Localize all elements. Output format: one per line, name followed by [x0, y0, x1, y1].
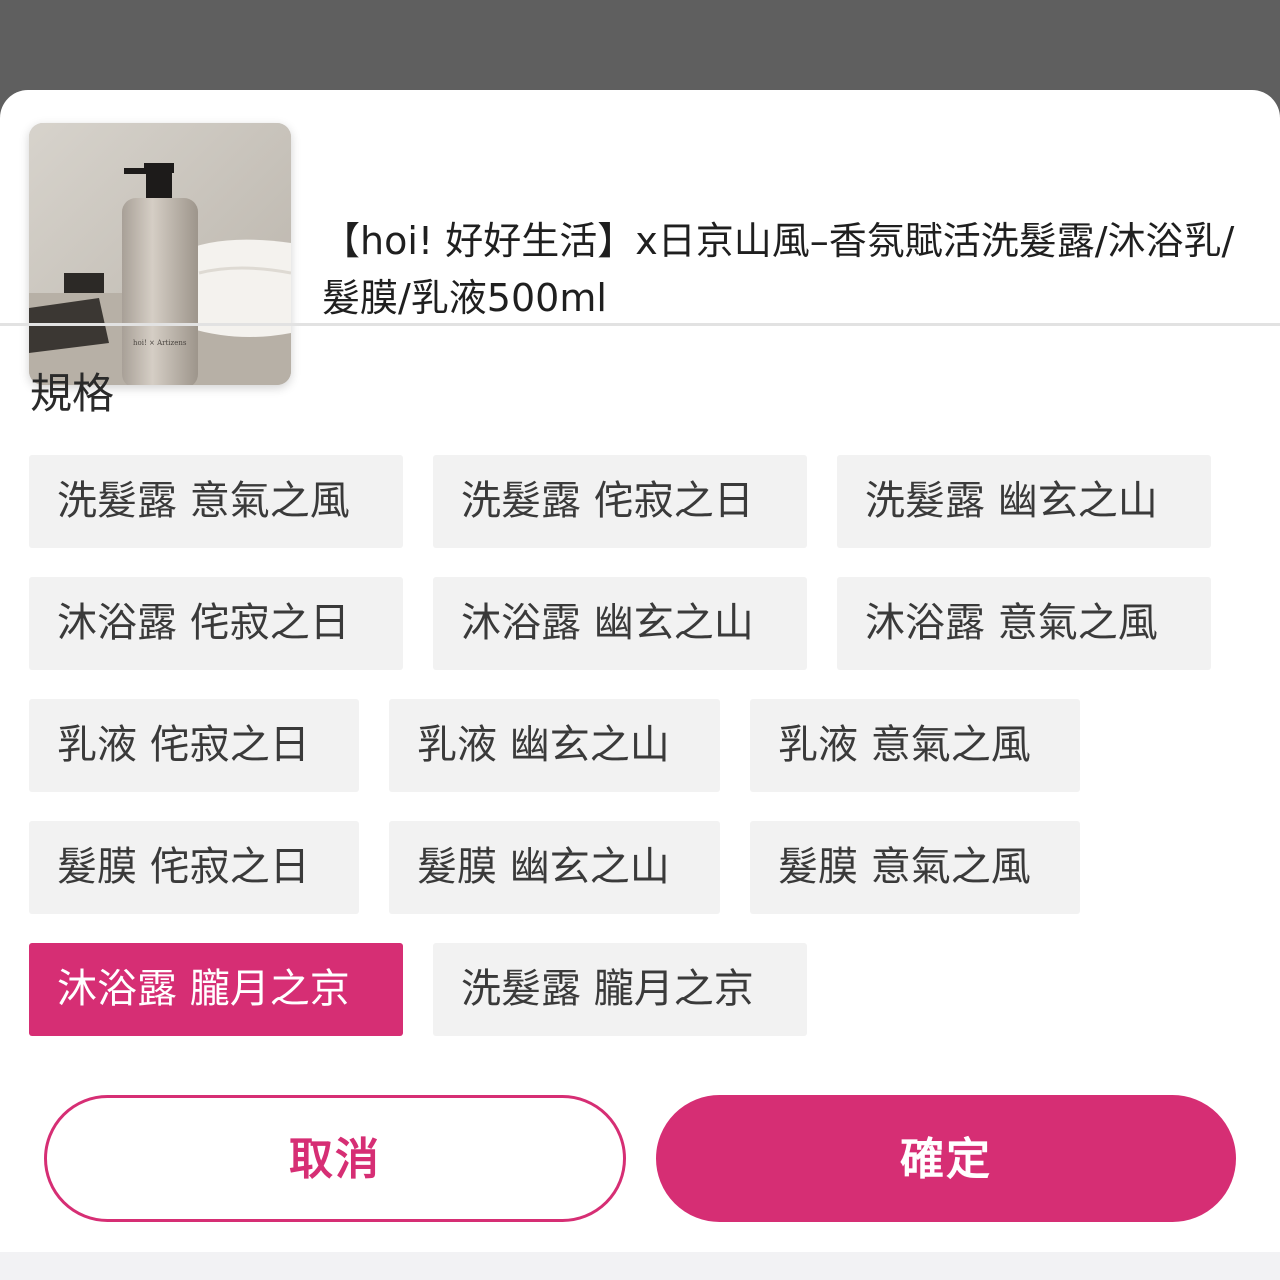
section-divider [0, 323, 1280, 326]
spec-option[interactable]: 髮膜 意氣之風 [750, 821, 1080, 914]
spec-section-label: 規格 [30, 369, 115, 418]
confirm-button[interactable]: 確定 [656, 1095, 1236, 1222]
spec-selector-sheet: hoi! × Artizens 【hoi! 好好生活】x日京山風–香氛賦活洗髮露… [0, 90, 1280, 1252]
product-title: 【hoi! 好好生活】x日京山風–香氛賦活洗髮露/沐浴乳/髮膜/乳液500ml [322, 219, 1235, 320]
spec-option[interactable]: 沐浴露 侘寂之日 [29, 577, 403, 670]
bottle-label-text: hoi! × Artizens [133, 339, 187, 347]
spec-option[interactable]: 髮膜 幽玄之山 [389, 821, 720, 914]
cancel-button[interactable]: 取消 [44, 1095, 626, 1222]
spec-option[interactable]: 洗髮露 侘寂之日 [433, 455, 807, 548]
spec-option[interactable]: 髮膜 侘寂之日 [29, 821, 359, 914]
spec-option[interactable]: 乳液 侘寂之日 [29, 699, 359, 792]
bottom-safe-area [0, 1252, 1280, 1280]
product-image: hoi! × Artizens [29, 123, 291, 385]
spec-option[interactable]: 沐浴露 意氣之風 [837, 577, 1211, 670]
spec-option[interactable]: 乳液 幽玄之山 [389, 699, 720, 792]
spec-option[interactable]: 乳液 意氣之風 [750, 699, 1080, 792]
spec-option[interactable]: 洗髮露 幽玄之山 [837, 455, 1211, 548]
spec-option[interactable]: 洗髮露 意氣之風 [29, 455, 403, 548]
product-bottle-photo-icon: hoi! × Artizens [29, 123, 291, 385]
spec-option[interactable]: 沐浴露 幽玄之山 [433, 577, 807, 670]
spec-option[interactable]: 洗髮露 朧月之京 [433, 943, 807, 1036]
spec-option-selected[interactable]: 沐浴露 朧月之京 [29, 943, 403, 1036]
